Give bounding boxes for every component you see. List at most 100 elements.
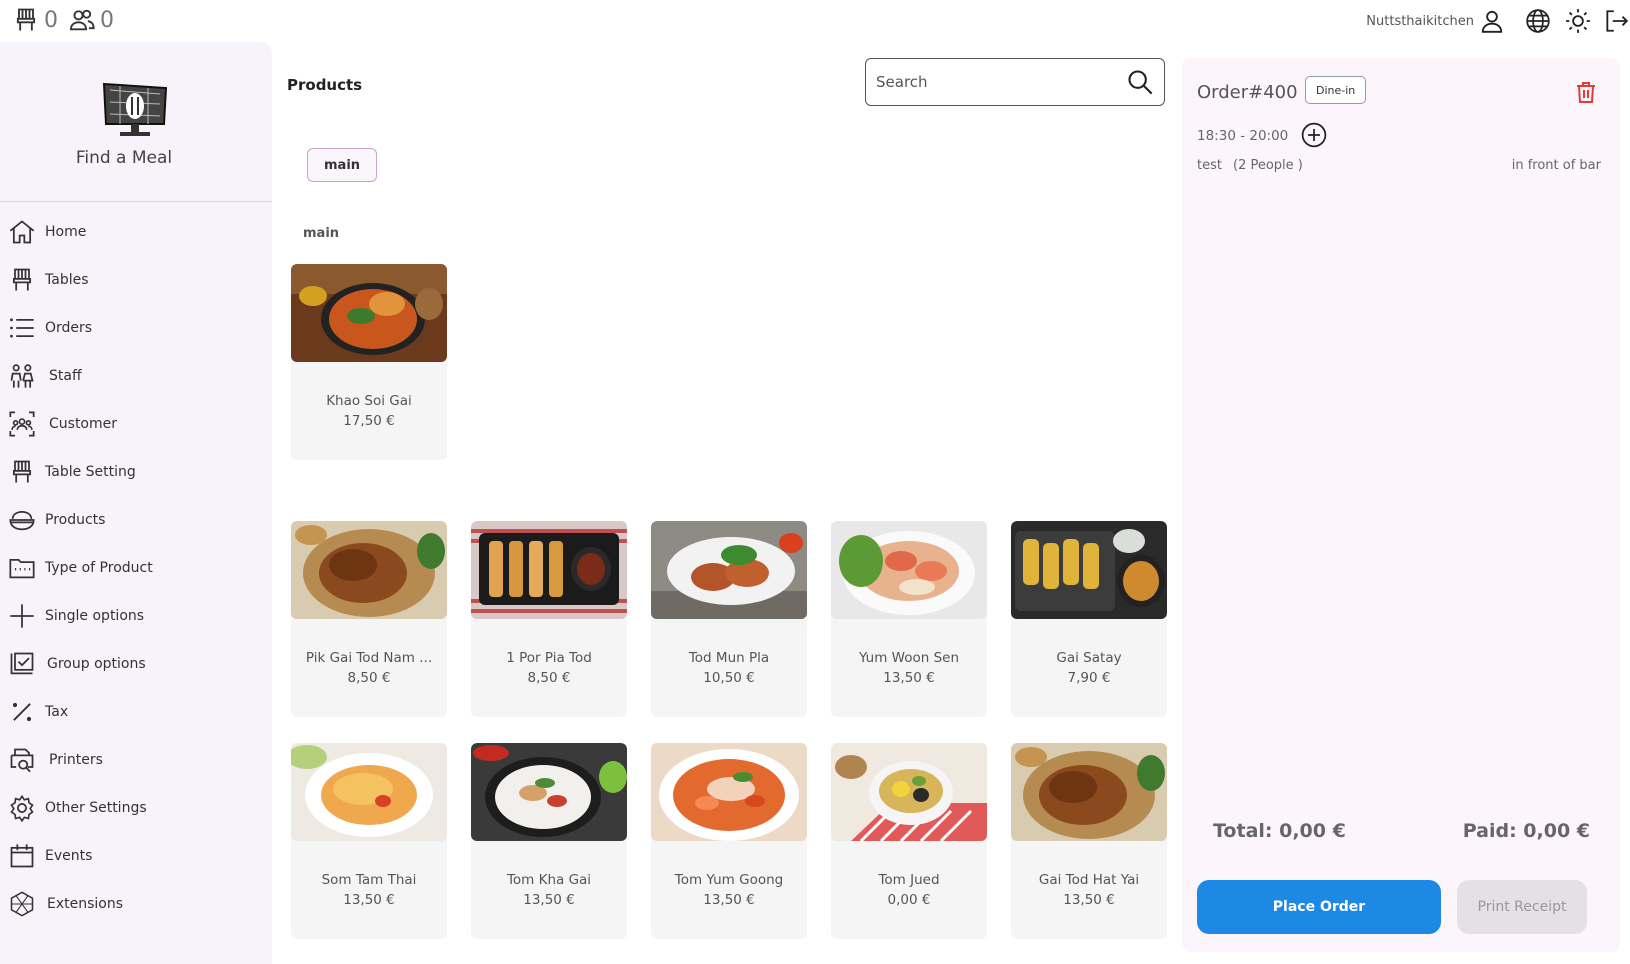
sun-icon[interactable] [1564,7,1592,35]
customer-icon [7,409,37,439]
product-name: Khao Soi Gai [326,393,412,409]
place-order-button[interactable]: Place Order [1197,880,1441,934]
checkbox-icon [7,649,37,679]
add-circle-icon[interactable] [1301,122,1327,148]
section-label: main [303,226,340,241]
guests-count: 0 [100,7,114,33]
search-icon[interactable] [1126,68,1154,96]
product-name: Gai Tod Hat Yai [1038,872,1140,888]
tables-count: 0 [44,7,58,33]
sidebar-item-products[interactable]: Products [0,496,272,544]
sidebar-item-staff[interactable]: Staff [0,352,272,400]
sidebar-item-table-setting[interactable]: Table Setting [0,448,272,496]
product-card[interactable]: Yum Woon Sen 13,50 € [831,521,987,717]
product-image [1011,521,1167,619]
sidebar-item-label: Single options [45,608,145,624]
product-image [471,743,627,841]
product-card[interactable]: Pik Gai Tod Nam ... 8,50 € [291,521,447,717]
product-image [651,521,807,619]
globe-icon[interactable] [1524,7,1552,35]
product-image [831,521,987,619]
bowl-icon [7,505,37,535]
product-card[interactable]: Tod Mun Pla 10,50 € [651,521,807,717]
chair-icon [7,265,37,295]
product-name: Tod Mun Pla [688,650,770,666]
order-total: Total: 0,00 € [1213,820,1346,842]
sidebar-item-other-settings[interactable]: Other Settings [0,784,272,832]
product-card[interactable]: Gai Tod Hat Yai 13,50 € [1011,743,1167,939]
sidebar-item-home[interactable]: Home [0,208,272,256]
brand[interactable]: Find a Meal [0,42,272,202]
plus-icon [7,601,37,631]
sidebar-item-label: Type of Product [45,560,153,576]
guests-counter: 0 [68,6,114,34]
sidebar-item-label: Orders [45,320,93,336]
product-image [291,521,447,619]
product-name: 1 Por Pia Tod [506,650,592,666]
products-main: Products main main Khao Soi Gai 17,50 € … [272,42,1172,964]
product-price: 13,50 € [523,892,575,908]
product-name: Tom Yum Goong [674,872,784,888]
sidebar-item-label: Extensions [47,896,124,912]
product-card[interactable]: Gai Satay 7,90 € [1011,521,1167,717]
order-type-badge[interactable]: Dine-in [1305,76,1367,104]
sidebar-item-extensions[interactable]: Extensions [0,880,272,928]
product-name: Pik Gai Tod Nam ... [305,650,433,666]
order-panel: Order#400 Dine-in 18:30 - 20:00 test (2 … [1182,58,1620,952]
product-card[interactable]: 1 Por Pia Tod 8,50 € [471,521,627,717]
sidebar-item-label: Tables [45,272,89,288]
product-name: Som Tam Thai [321,872,417,888]
order-people: (2 People ) [1233,158,1303,173]
tables-counter: 0 [12,6,58,34]
product-card[interactable]: Khao Soi Gai 17,50 € [291,264,447,460]
user-icon[interactable] [1478,7,1506,35]
search-box[interactable] [865,58,1165,106]
product-price: 17,50 € [343,413,395,429]
product-price: 13,50 € [883,670,935,686]
product-card[interactable]: Tom Kha Gai 13,50 € [471,743,627,939]
product-image [651,743,807,841]
brand-name: Find a Meal [75,147,173,168]
product-name: Yum Woon Sen [858,650,960,666]
gear-icon [7,793,37,823]
sidebar-item-customer[interactable]: Customer [0,400,272,448]
product-price: 13,50 € [1063,892,1115,908]
sidebar-item-type-of-product[interactable]: Type of Product [0,544,272,592]
product-card[interactable]: Tom Yum Goong 13,50 € [651,743,807,939]
sidebar-item-events[interactable]: Events [0,832,272,880]
print-receipt-button[interactable]: Print Receipt [1457,880,1587,934]
product-card[interactable]: Tom Jued 0,00 € [831,743,987,939]
folder-icon [7,553,37,583]
sidebar-item-single-options[interactable]: Single options [0,592,272,640]
product-card[interactable]: Som Tam Thai 13,50 € [291,743,447,939]
order-guest-name: test [1197,158,1222,173]
sidebar-item-orders[interactable]: Orders [0,304,272,352]
sidebar-item-tax[interactable]: Tax [0,688,272,736]
product-name: Tom Kha Gai [506,872,592,888]
sidebar-item-printers[interactable]: Printers [0,736,272,784]
product-price: 8,50 € [347,670,391,686]
logout-icon[interactable] [1602,7,1630,35]
search-input[interactable] [876,73,1126,91]
username: Nuttsthaikitchen [1366,13,1474,29]
sidebar-item-label: Staff [49,368,82,384]
category-chip-main[interactable]: main [307,148,378,182]
sidebar-item-tables[interactable]: Tables [0,256,272,304]
sidebar-item-label: Customer [49,416,118,432]
nav-menu: Home Tables Orders Staff Customer Table … [0,202,272,928]
sidebar: Find a Meal Home Tables Orders Staff Cus… [0,42,272,964]
product-image [471,521,627,619]
product-name: Tom Jued [878,872,940,888]
printer-icon [7,745,37,775]
sidebar-item-label: Tax [45,704,69,720]
sidebar-item-group-options[interactable]: Group options [0,640,272,688]
calendar-icon [7,841,37,871]
trash-icon[interactable] [1574,80,1598,104]
extensions-icon [7,889,37,919]
sidebar-item-label: Home [45,224,87,240]
product-price: 0,00 € [887,892,931,908]
sidebar-item-label: Events [45,848,93,864]
product-image [291,264,447,362]
order-time: 18:30 - 20:00 [1197,128,1289,144]
product-price: 13,50 € [343,892,395,908]
